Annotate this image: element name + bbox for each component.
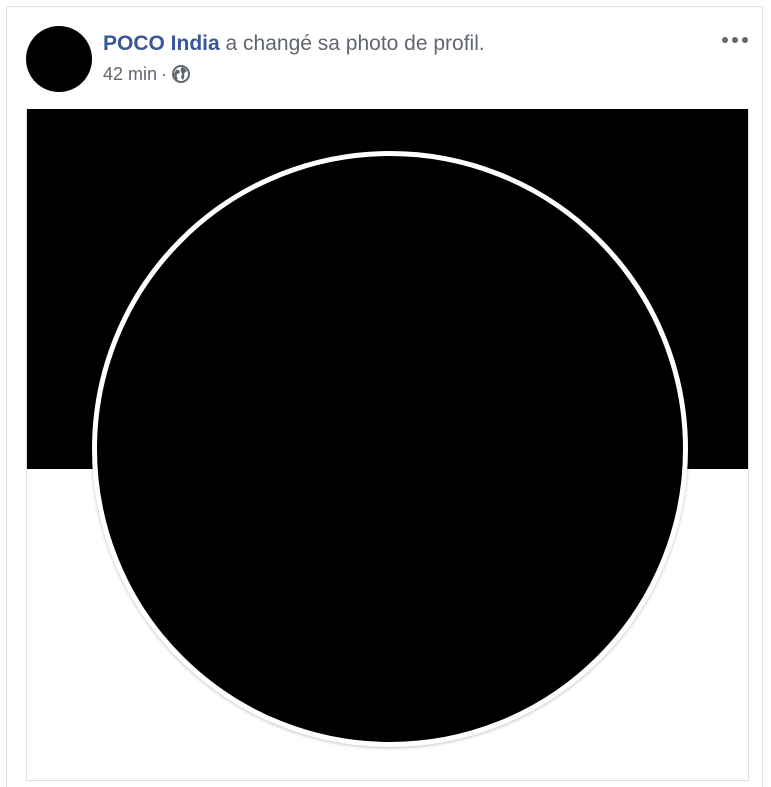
profile-picture — [92, 151, 688, 747]
meta-separator: · — [161, 64, 168, 84]
more-options-icon[interactable] — [718, 29, 752, 51]
globe-icon[interactable] — [171, 64, 191, 84]
page-name-link[interactable]: POCO India — [103, 32, 220, 55]
page-avatar[interactable] — [26, 26, 92, 92]
post-meta: 42 min · — [103, 62, 191, 86]
post-card: POCO India a changé sa photo de profil. … — [6, 6, 763, 787]
post-header: POCO India a changé sa photo de profil. — [103, 31, 485, 57]
post-action-text: a changé sa photo de profil. — [225, 32, 485, 55]
post-timestamp[interactable]: 42 min — [103, 62, 157, 86]
profile-photo-update[interactable] — [26, 109, 749, 781]
